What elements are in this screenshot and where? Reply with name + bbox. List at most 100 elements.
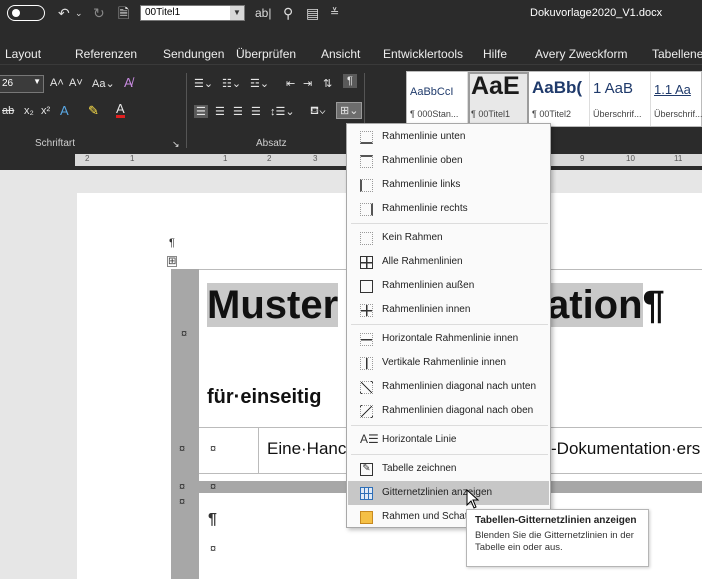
- row-text-right[interactable]: -Dokumentation·ers: [551, 439, 700, 459]
- style-label: ¶ 00Titel1: [471, 109, 511, 119]
- menu-item-border-right[interactable]: Rahmenlinie rechts: [348, 197, 549, 221]
- shading-icon[interactable]: ⛾⌄: [310, 105, 326, 119]
- menu-item-all-borders[interactable]: Alle Rahmenlinien: [348, 250, 549, 274]
- cell-end-mark: ¤: [210, 443, 217, 455]
- highlight-icon[interactable]: ✎: [88, 103, 99, 119]
- customize-toolbar-icon[interactable]: ≚: [330, 0, 339, 26]
- style-heading2[interactable]: 1.1 Aa Überschrif...: [651, 72, 702, 126]
- numbering-icon[interactable]: ☷⌄: [222, 77, 241, 90]
- row-text-left[interactable]: Eine·Hanc: [267, 439, 346, 459]
- menu-item-label: Rahmenlinien außen: [382, 280, 475, 291]
- menu-item-horizontal-line[interactable]: A☰ Horizontale Linie: [348, 428, 549, 452]
- table-left-column: [171, 269, 199, 579]
- document-title-text-right[interactable]: ation¶: [547, 281, 665, 329]
- style-titel2[interactable]: AaBb( ¶ 00Titel2: [529, 72, 590, 126]
- view-gridlines-icon: [360, 487, 373, 500]
- tab-referenzen[interactable]: Referenzen: [75, 47, 137, 61]
- tab-ueberpruefen[interactable]: Überprüfen: [236, 47, 296, 61]
- style-selector-value: 00Titel1: [145, 7, 181, 18]
- grow-font-icon[interactable]: A˄: [50, 77, 64, 89]
- style-label: Überschrif...: [654, 109, 702, 119]
- copy-format-icon[interactable]: 🗎: [118, 0, 129, 26]
- screen-icon[interactable]: ▤: [306, 0, 319, 26]
- style-label: ¶ 00Titel2: [532, 109, 572, 119]
- borders-shading-icon: [360, 511, 373, 524]
- cell-end-mark: ¤: [179, 481, 186, 493]
- tab-entwicklertools[interactable]: Entwicklertools: [383, 47, 463, 61]
- document-title-text[interactable]: Muster: [207, 281, 339, 329]
- justify-icon[interactable]: ☰: [251, 105, 261, 118]
- undo-icon[interactable]: ↶: [58, 0, 70, 26]
- style-titel1[interactable]: AaE ¶ 00Titel1: [468, 72, 529, 126]
- tab-avery-zweckform[interactable]: Avery Zweckform: [535, 47, 627, 61]
- text-field-icon[interactable]: ab|: [255, 0, 271, 26]
- subscript-icon[interactable]: x₂: [24, 105, 34, 117]
- style-preview: 1 AaB: [593, 80, 634, 97]
- horizontal-line-icon: A☰: [360, 432, 379, 446]
- menu-item-no-border[interactable]: Kein Rahmen: [348, 226, 549, 250]
- ruler-tick: 3: [313, 154, 318, 163]
- menu-item-label: Rahmenlinie oben: [382, 155, 463, 166]
- align-center-icon[interactable]: ☰: [215, 105, 225, 118]
- menu-item-diagonal-up[interactable]: Rahmenlinien diagonal nach oben: [348, 399, 549, 423]
- font-size-combo[interactable]: 26 ▼: [0, 75, 44, 93]
- bullets-icon[interactable]: ☰⌄: [194, 77, 213, 90]
- menu-item-draw-table[interactable]: ✎ Tabelle zeichnen: [348, 457, 549, 481]
- style-standard[interactable]: AaBbCcI ¶ 000Stan...: [407, 72, 468, 126]
- menu-item-outside-borders[interactable]: Rahmenlinien außen: [348, 274, 549, 298]
- style-selector[interactable]: 00Titel1 ▼: [140, 5, 245, 21]
- sort-icon[interactable]: ⇅: [323, 77, 332, 90]
- title-left: Muster: [207, 283, 339, 327]
- tab-tabellenentwurf[interactable]: Tabellenen: [652, 47, 702, 61]
- border-right-icon: [360, 203, 373, 216]
- menu-item-border-top[interactable]: Rahmenlinie oben: [348, 149, 549, 173]
- chevron-down-icon[interactable]: ▼: [230, 6, 244, 20]
- undo-dropdown-icon[interactable]: ⌄: [75, 0, 83, 26]
- increase-indent-icon[interactable]: ⇥: [303, 77, 312, 90]
- change-case-icon[interactable]: Aa⌄: [92, 77, 115, 90]
- search-icon[interactable]: ⚲: [283, 0, 293, 26]
- tab-hilfe[interactable]: Hilfe: [483, 47, 507, 61]
- align-right-icon[interactable]: ☰: [233, 105, 243, 118]
- show-formatting-marks-icon[interactable]: ¶: [343, 74, 357, 88]
- superscript-icon[interactable]: x²: [41, 105, 50, 117]
- paragraph-mark: ¶: [208, 511, 217, 528]
- menu-item-inside-vertical[interactable]: Vertikale Rahmenlinie innen: [348, 351, 549, 375]
- shrink-font-icon[interactable]: A˅: [69, 77, 83, 89]
- tab-sendungen[interactable]: Sendungen: [163, 47, 224, 61]
- menu-item-label: Rahmenlinien diagonal nach oben: [382, 405, 534, 416]
- line-spacing-icon[interactable]: ↕☰⌄: [270, 105, 295, 118]
- menu-item-diagonal-down[interactable]: Rahmenlinien diagonal nach unten: [348, 375, 549, 399]
- inside-vertical-border-icon: [360, 357, 373, 370]
- style-heading1[interactable]: 1 AaB Überschrif...: [590, 72, 651, 126]
- ruler-tick: 1: [223, 154, 228, 163]
- decrease-indent-icon[interactable]: ⇤: [286, 77, 295, 90]
- borders-button[interactable]: ⊞⌄: [336, 102, 363, 119]
- menu-item-label: Rahmenlinie unten: [382, 131, 466, 142]
- tooltip-description: Blenden Sie die Gitternetzlinien in der …: [475, 530, 634, 553]
- ruler-tick: 10: [626, 154, 635, 163]
- clear-formatting-icon[interactable]: A̸: [124, 75, 133, 90]
- strikethrough-icon[interactable]: ab: [2, 105, 14, 117]
- menu-item-view-gridlines[interactable]: Gitternetzlinien anzeigen: [348, 481, 549, 505]
- document-subtitle[interactable]: für·einseitig: [207, 386, 321, 409]
- menu-item-border-left[interactable]: Rahmenlinie links: [348, 173, 549, 197]
- menu-item-inside-borders[interactable]: Rahmenlinien innen: [348, 298, 549, 322]
- menu-item-label: Vertikale Rahmenlinie innen: [382, 357, 506, 368]
- tab-ansicht[interactable]: Ansicht: [321, 47, 360, 61]
- menu-item-border-bottom[interactable]: Rahmenlinie unten: [348, 125, 549, 149]
- menu-item-label: Horizontale Linie: [382, 434, 457, 445]
- menu-item-inside-horizontal[interactable]: Horizontale Rahmenlinie innen: [348, 327, 549, 351]
- table-move-handle[interactable]: ⊞: [167, 256, 178, 267]
- chevron-down-icon[interactable]: ▼: [33, 77, 41, 86]
- autosave-toggle[interactable]: [7, 5, 45, 21]
- text-effects-icon[interactable]: A: [60, 103, 69, 118]
- tab-layout[interactable]: Layout: [5, 47, 41, 61]
- redo-icon[interactable]: ↻: [93, 0, 105, 26]
- multilevel-list-icon[interactable]: ☲⌄: [250, 77, 269, 90]
- outside-borders-icon: [360, 280, 373, 293]
- diagonal-up-border-icon: [360, 405, 373, 418]
- align-left-icon[interactable]: ☰: [194, 105, 208, 118]
- font-color-icon[interactable]: A: [116, 102, 125, 118]
- tooltip: Tabellen-Gitternetzlinien anzeigen Blend…: [466, 509, 649, 567]
